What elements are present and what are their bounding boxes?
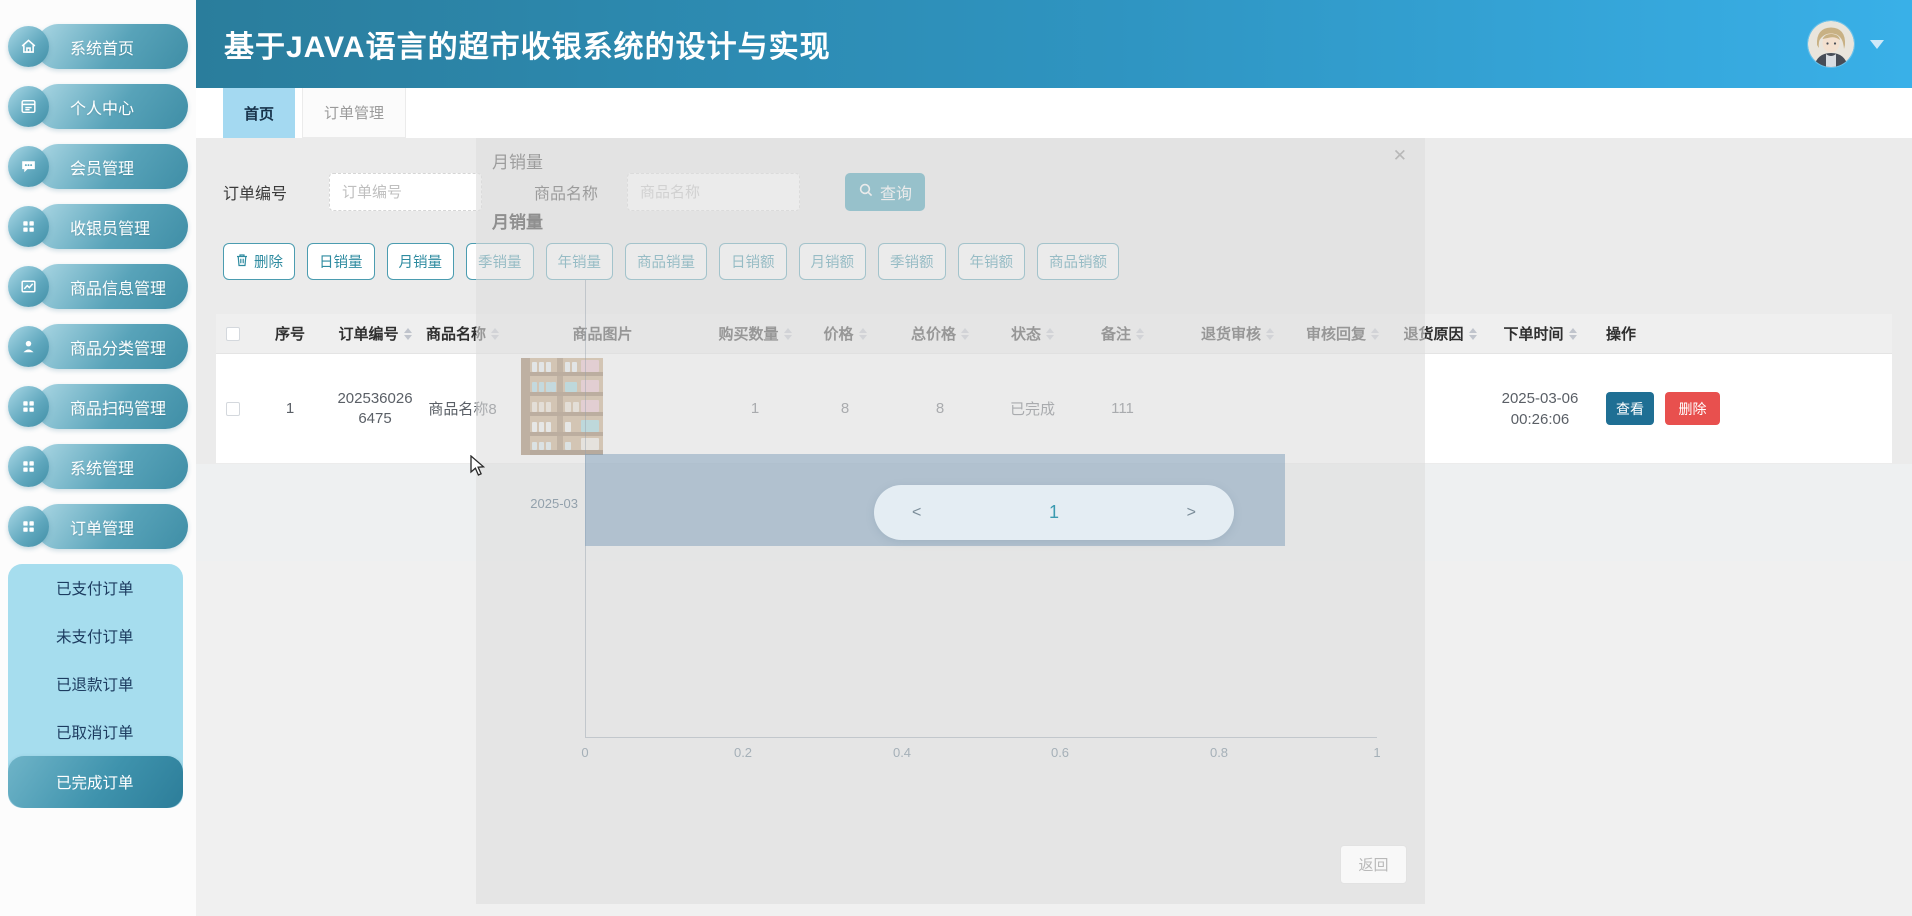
- id-card-icon: [8, 86, 49, 127]
- grid-icon: [8, 206, 49, 247]
- sidebar-item-members[interactable]: 会员管理: [8, 144, 188, 189]
- col-index: 序号: [250, 314, 330, 353]
- sidebar-item-orders[interactable]: 订单管理: [8, 504, 188, 549]
- select-all-checkbox[interactable]: [226, 327, 240, 341]
- x-tick: 0.8: [1210, 745, 1228, 760]
- sidebar-item-label: 订单管理: [36, 504, 188, 549]
- delete-button[interactable]: 删除: [223, 243, 295, 280]
- sort-icon[interactable]: [404, 328, 412, 340]
- daily-sales-qty-button[interactable]: 日销量: [307, 243, 375, 280]
- sidebar-item-label: 商品分类管理: [36, 324, 188, 369]
- row-index: 1: [250, 354, 330, 463]
- row-checkbox[interactable]: [226, 402, 240, 416]
- x-tick: 0.2: [734, 745, 752, 760]
- sidebar-item-product-scan[interactable]: 商品扫码管理: [8, 384, 188, 429]
- app-window: 系统首页 个人中心 会员管理 收银员管理 商品信息管理: [0, 0, 1912, 916]
- close-icon[interactable]: ✕: [1393, 146, 1407, 166]
- submenu-item-cancelled[interactable]: 已取消订单: [8, 708, 183, 756]
- sidebar-item-system[interactable]: 系统管理: [8, 444, 188, 489]
- grid-icon: [8, 386, 49, 427]
- tab-bar: 首页 订单管理: [196, 88, 1912, 138]
- submenu-item-paid[interactable]: 已支付订单: [8, 564, 183, 612]
- row-order-time: 2025-03-06 00:26:06: [1490, 354, 1590, 463]
- sidebar-item-label: 系统管理: [36, 444, 188, 489]
- chart-category-label: 2025-03: [508, 496, 578, 511]
- sidebar-item-label: 收银员管理: [36, 204, 188, 249]
- grid-icon: [8, 446, 49, 487]
- pager: < 1 >: [874, 485, 1234, 540]
- page-title: 基于JAVA语言的超市收银系统的设计与实现: [224, 22, 831, 66]
- sidebar-item-product-category[interactable]: 商品分类管理: [8, 324, 188, 369]
- chart-x-axis: [585, 737, 1377, 738]
- sidebar-item-home[interactable]: 系统首页: [8, 24, 188, 69]
- x-tick: 0.4: [893, 745, 911, 760]
- monthly-sales-qty-button[interactable]: 月销量: [387, 243, 455, 280]
- home-icon: [8, 26, 49, 67]
- tab-order-management[interactable]: 订单管理: [302, 88, 406, 138]
- view-button[interactable]: 查看: [1606, 392, 1654, 425]
- row-actions: 查看 删除: [1590, 354, 1892, 463]
- order-no-input[interactable]: [329, 173, 482, 211]
- chat-icon: [8, 146, 49, 187]
- col-order-time: 下单时间: [1490, 314, 1590, 353]
- header: 基于JAVA语言的超市收银系统的设计与实现: [196, 0, 1912, 88]
- trash-icon: [235, 253, 249, 271]
- x-tick: 1: [1373, 745, 1380, 760]
- sidebar-item-label: 个人中心: [36, 84, 188, 129]
- col-order-no: 订单编号: [330, 314, 420, 353]
- modal-title: 月销量: [492, 148, 543, 173]
- avatar[interactable]: [1808, 21, 1854, 67]
- chart-image-icon: [8, 266, 49, 307]
- x-tick: 0.6: [1051, 745, 1069, 760]
- sort-icon[interactable]: [1569, 328, 1577, 340]
- col-actions: 操作: [1590, 314, 1892, 353]
- sidebar-item-product-info[interactable]: 商品信息管理: [8, 264, 188, 309]
- user-area: [1808, 21, 1884, 67]
- x-tick: 0: [581, 745, 588, 760]
- next-page-button[interactable]: >: [1187, 504, 1196, 522]
- current-page[interactable]: 1: [1049, 502, 1059, 523]
- chevron-down-icon[interactable]: [1870, 40, 1884, 49]
- sidebar-item-label: 系统首页: [36, 24, 188, 69]
- sidebar: 系统首页 个人中心 会员管理 收银员管理 商品信息管理: [0, 0, 196, 916]
- select-all-cell: [216, 314, 250, 353]
- sidebar-item-label: 会员管理: [36, 144, 188, 189]
- tab-home[interactable]: 首页: [223, 88, 295, 138]
- user-icon: [8, 326, 49, 367]
- grid-icon: [8, 506, 49, 547]
- sidebar-item-profile[interactable]: 个人中心: [8, 84, 188, 129]
- row-delete-button[interactable]: 删除: [1665, 392, 1720, 425]
- submenu-item-unpaid[interactable]: 未支付订单: [8, 612, 183, 660]
- row-select-cell: [216, 354, 250, 463]
- order-no-label: 订单编号: [223, 180, 287, 204]
- sort-icon[interactable]: [1469, 328, 1477, 340]
- submenu-item-completed[interactable]: 已完成订单: [8, 756, 183, 808]
- chart-title: 月销量: [492, 208, 543, 233]
- row-order-no: 2025360266475: [330, 354, 420, 463]
- sidebar-item-cashiers[interactable]: 收银员管理: [8, 204, 188, 249]
- orders-submenu: 已支付订单 未支付订单 已退款订单 已取消订单 已完成订单: [8, 564, 183, 808]
- back-button[interactable]: 返回: [1340, 845, 1407, 884]
- sidebar-item-label: 商品扫码管理: [36, 384, 188, 429]
- sidebar-item-label: 商品信息管理: [36, 264, 188, 309]
- submenu-item-refunded[interactable]: 已退款订单: [8, 660, 183, 708]
- prev-page-button[interactable]: <: [912, 504, 921, 522]
